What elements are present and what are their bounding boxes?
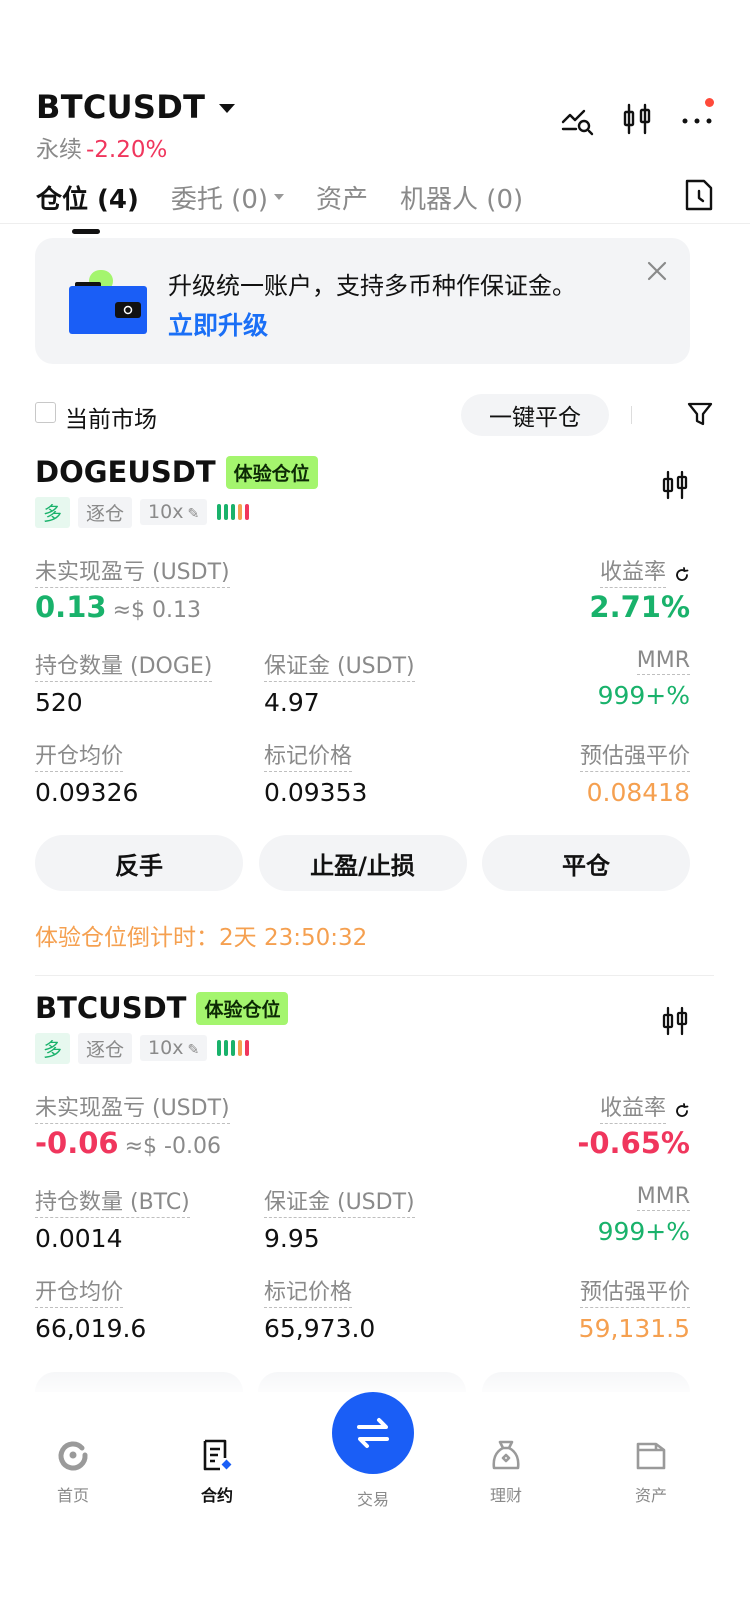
tab-bots[interactable]: 机器人 (0): [400, 179, 523, 216]
pnl-value: -0.06: [35, 1126, 119, 1160]
bottom-nav: 首页 合约 交易 理财 资产: [0, 1392, 750, 1624]
adl-indicator: [217, 1040, 250, 1056]
refresh-icon[interactable]: [674, 1102, 690, 1119]
upgrade-link[interactable]: 立即升级: [168, 306, 268, 342]
filter-icon[interactable]: [686, 400, 714, 428]
header: BTCUSDT 永续 -2.20%: [36, 88, 714, 163]
pnl-approx: ≈$ -0.06: [124, 1134, 221, 1159]
close-all-button[interactable]: 一键平仓: [461, 394, 609, 436]
roe: 收益率 2.71%: [589, 554, 690, 624]
nav-earn[interactable]: 理财: [461, 1438, 551, 1506]
margin-mode-tag: 逐仓: [78, 496, 133, 528]
current-market-checkbox[interactable]: [35, 402, 56, 423]
position-tags: 多 逐仓 10x ✎: [35, 496, 690, 528]
tab-orders[interactable]: 委托 (0): [171, 179, 285, 216]
current-market-label[interactable]: 当前市场: [65, 400, 157, 434]
edit-icon: ✎: [187, 506, 200, 522]
contract-icon: [203, 1439, 232, 1471]
pnl-value: 0.13: [35, 590, 107, 624]
position-tags: 多 逐仓 10x ✎: [35, 1032, 690, 1064]
roe-value: -0.65%: [577, 1126, 690, 1160]
margin: 保证金 (USDT) 9.95: [264, 1184, 415, 1253]
trial-badge: 体验仓位: [196, 991, 289, 1025]
pnl-approx: ≈$ 0.13: [112, 598, 201, 623]
chevron-down-icon: [274, 194, 285, 200]
trial-countdown: 体验仓位倒计时：2天 23:50:32: [35, 925, 368, 951]
entry-price: 开仓均价 66,019.6: [35, 1274, 146, 1343]
more-icon[interactable]: [680, 98, 714, 136]
side-tag: 多: [35, 1032, 71, 1064]
roe: 收益率 -0.65%: [577, 1090, 690, 1160]
position-card: BTCUSDT 体验仓位 多 逐仓 10x ✎ 未实现盈亏 (USDT) -0.0…: [35, 988, 690, 1368]
position-size: 持仓数量 (BTC) 0.0014: [35, 1184, 190, 1253]
strategy-icon[interactable]: [560, 102, 594, 136]
earn-icon: [492, 1440, 520, 1470]
wallet-illustration-icon: [67, 266, 151, 336]
close-position-button[interactable]: 平仓: [482, 835, 690, 891]
margin-mode-tag: 逐仓: [78, 1032, 133, 1064]
adl-indicator: [217, 504, 250, 520]
entry-price: 开仓均价 0.09326: [35, 738, 138, 807]
position-symbol[interactable]: BTCUSDT: [35, 991, 186, 1025]
position-card: DOGEUSDT 体验仓位 多 逐仓 10x ✎ 未实现盈亏 (USDT) 0.1…: [35, 452, 690, 952]
position-size: 持仓数量 (DOGE) 520: [35, 648, 213, 717]
filter-row: 当前市场 一键平仓: [35, 392, 714, 438]
nav-contract[interactable]: 合约: [172, 1438, 262, 1506]
divider: [631, 406, 632, 424]
banner-text: 升级统一账户，支持多币种作保证金。: [168, 272, 576, 300]
upgrade-banner[interactable]: 升级统一账户，支持多币种作保证金。 立即升级: [35, 238, 690, 364]
candle-chart-icon[interactable]: [660, 470, 690, 500]
unrealized-pnl: 未实现盈亏 (USDT) -0.06 ≈$ -0.06: [35, 1090, 230, 1160]
candle-chart-icon[interactable]: [660, 1006, 690, 1036]
nav-trade-label[interactable]: 交易: [327, 1486, 419, 1510]
swap-icon: [357, 1418, 389, 1448]
nav-home[interactable]: 首页: [28, 1438, 118, 1506]
unrealized-pnl: 未实现盈亏 (USDT) 0.13 ≈$ 0.13: [35, 554, 230, 624]
header-actions: [560, 98, 714, 136]
trade-button[interactable]: [332, 1392, 414, 1474]
roe-value: 2.71%: [589, 590, 690, 624]
tp-sl-button[interactable]: 止盈/止损: [258, 835, 467, 891]
position-symbol[interactable]: DOGEUSDT: [35, 455, 216, 489]
side-tag: 多: [35, 496, 71, 528]
history-icon[interactable]: [684, 178, 714, 212]
liquidation-price: 预估强平价 0.08418: [579, 738, 690, 807]
home-icon: [58, 1441, 88, 1471]
candle-chart-icon[interactable]: [620, 102, 654, 136]
caret-down-icon[interactable]: [219, 103, 236, 113]
notification-dot: [705, 98, 714, 107]
nav-assets[interactable]: 资产: [606, 1438, 696, 1506]
price-change: -2.20%: [86, 137, 168, 163]
position-actions: 反手 止盈/止损 平仓: [35, 835, 690, 891]
refresh-icon[interactable]: [674, 566, 690, 583]
trial-badge: 体验仓位: [225, 455, 318, 489]
position-tabs: 仓位 (4) 委托 (0) 资产 机器人 (0): [36, 172, 714, 234]
edit-icon: ✎: [187, 1042, 200, 1058]
mark-price: 标记价格 65,973.0: [264, 1274, 375, 1343]
position-divider: [35, 975, 714, 976]
mmr: MMR 999+%: [597, 648, 690, 710]
tab-assets[interactable]: 资产: [316, 179, 368, 216]
tab-divider: [0, 223, 750, 224]
contract-type: 永续: [36, 137, 82, 163]
leverage-tag[interactable]: 10x ✎: [140, 1035, 208, 1061]
tab-positions[interactable]: 仓位 (4): [36, 179, 139, 234]
margin: 保证金 (USDT) 4.97: [264, 648, 415, 717]
leverage-tag[interactable]: 10x ✎: [140, 499, 208, 525]
reverse-button[interactable]: 反手: [35, 835, 243, 891]
pair-title[interactable]: BTCUSDT: [36, 88, 205, 126]
mark-price: 标记价格 0.09353: [264, 738, 367, 807]
mmr: MMR 999+%: [597, 1184, 690, 1246]
wallet-icon: [636, 1442, 666, 1470]
liquidation-price: 预估强平价 59,131.5: [579, 1274, 690, 1343]
close-icon[interactable]: [646, 260, 668, 282]
